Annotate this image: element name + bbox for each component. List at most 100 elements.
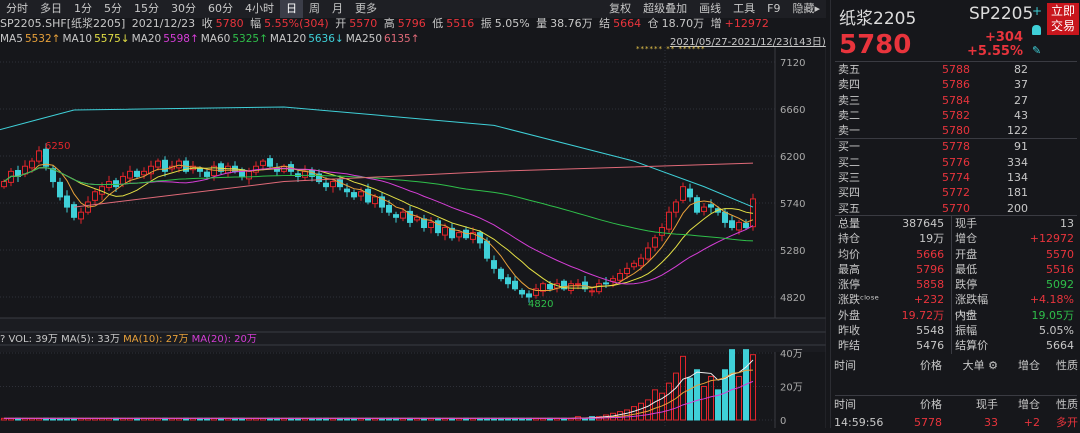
inc-value: +12972 <box>724 17 769 30</box>
order-label: 买一 <box>838 140 860 154</box>
change: +304 <box>984 30 1023 45</box>
candle-body <box>736 221 742 231</box>
kline-chart[interactable]: 712066606200574052804820›6250482040万20万0 <box>0 47 826 428</box>
order-price: 5778 <box>942 140 970 154</box>
order-qty: 122 <box>1007 124 1028 138</box>
ma-label: MA250 <box>345 33 383 45</box>
stat-row: 涨停 5858 跌停 5092 <box>835 277 1077 293</box>
volume-bar <box>701 386 707 421</box>
candle-body <box>134 170 140 177</box>
col-3: +2 <box>1023 416 1040 429</box>
candle-body <box>631 262 637 268</box>
ma-label: MA5 <box>0 33 23 45</box>
oi-value: 18.70万 <box>661 17 705 30</box>
stat-cell: 5476 <box>916 339 945 353</box>
close-label: 收 <box>201 17 213 30</box>
ma-value: 5636↓ <box>308 33 344 45</box>
stat-row: 外盘 19.72万 内盘 19.05万 <box>835 307 1077 324</box>
ma-label: MA120 <box>269 33 307 45</box>
candle-body <box>393 214 399 218</box>
stat-row: 均价 5666 开盘 5570 <box>835 246 1077 262</box>
ma-label: MA10 <box>62 33 93 45</box>
order-row: 卖五 5788 82 <box>835 62 1077 77</box>
volume-header: ? VOL: 39万 MA(5): 33万 MA(10): 27万 MA(20)… <box>0 330 257 345</box>
range-label: 幅 <box>250 17 262 30</box>
order-label: 买五 <box>838 201 860 215</box>
stat-cell: 5516 <box>1046 262 1074 276</box>
candle-body <box>141 170 147 176</box>
order-row: 卖三 5784 27 <box>835 93 1077 108</box>
candle-body <box>568 283 574 291</box>
low-value: 5516 <box>446 17 475 30</box>
high-label: 高 <box>383 17 395 30</box>
candle-body <box>323 182 329 188</box>
ma-label: MA60 <box>200 33 231 45</box>
ma-value: 5532↑ <box>24 33 61 45</box>
order-label: 卖五 <box>838 63 860 76</box>
vol-tick-label: 40万 <box>780 349 803 360</box>
candle-body <box>225 165 231 174</box>
add-icon[interactable]: + <box>1032 5 1042 17</box>
order-qty: 91 <box>1014 140 1028 154</box>
low-label: 低 <box>432 17 444 30</box>
candle-body <box>372 196 378 205</box>
tool-5[interactable]: 隐藏▸ <box>786 0 826 18</box>
change-pct: +5.55% <box>967 44 1023 59</box>
stat-cell: 开盘 <box>951 246 1010 262</box>
candle-body <box>512 280 518 290</box>
col-4: 多开 <box>1056 416 1078 429</box>
open-value: 5570 <box>349 17 378 30</box>
stat-cell: 最高 <box>838 262 860 276</box>
candle-body <box>498 268 504 280</box>
col-3: 增仓 <box>1018 398 1040 411</box>
order-price: 5770 <box>942 201 970 215</box>
candle-body <box>722 211 728 223</box>
candle-body <box>344 188 350 193</box>
ma-label: MA20 <box>131 33 162 45</box>
candle-body <box>659 227 665 236</box>
candle-body <box>617 273 623 281</box>
stat-cell: 5796 <box>916 262 945 276</box>
order-label: 卖三 <box>838 93 860 107</box>
stat-cell: +232 <box>913 293 945 307</box>
volume-bar <box>729 349 735 421</box>
high-value: 5796 <box>397 17 426 30</box>
vol-ma10: MA(10): 27万 <box>123 334 189 345</box>
order-price: 5772 <box>942 186 970 200</box>
y-tick-label: 7120 <box>780 58 805 69</box>
stat-cell: 5570 <box>1046 247 1074 261</box>
vol-label: 量 <box>536 17 548 30</box>
settle-value: 5664 <box>613 17 642 30</box>
y-tick-label: 5740 <box>780 199 805 210</box>
ma-value: 5575↓ <box>94 33 130 45</box>
stat-cell: 结算价 <box>951 338 1010 354</box>
order-label: 卖一 <box>838 124 860 138</box>
vol-ma10-line <box>4 369 754 419</box>
order-qty: 200 <box>1007 201 1028 215</box>
stat-cell: 5664 <box>1046 339 1074 353</box>
stat-cell: 跌停 <box>951 277 1010 293</box>
candle-body <box>519 289 525 295</box>
candle-body <box>575 283 581 286</box>
col-2: 现手 <box>976 398 998 411</box>
edit-icon[interactable]: ✎ <box>1032 44 1041 57</box>
stat-cell: 5858 <box>916 278 945 292</box>
header-row: 时间 价格 大单 ⚙ 增仓 性质 <box>831 358 1080 376</box>
volume-bar <box>750 354 756 421</box>
price-annotation: 4820 <box>528 299 553 310</box>
candle-body <box>442 227 448 236</box>
candle-body <box>491 260 497 269</box>
stat-cell: 涨停 <box>838 278 860 292</box>
trade-now-button[interactable]: 立即交易 <box>1047 3 1079 35</box>
volume-bar <box>708 375 714 421</box>
candle-body <box>708 204 714 208</box>
gear-icon[interactable]: ⚙ <box>985 359 998 372</box>
candle-body <box>484 240 490 259</box>
stat-cell: 5092 <box>1046 278 1074 292</box>
bell-icon[interactable] <box>1032 25 1041 35</box>
date: 2021/12/23 <box>131 17 196 30</box>
candle-body <box>645 247 651 260</box>
candle-body <box>358 191 364 197</box>
order-price: 5784 <box>942 93 970 107</box>
help-icon[interactable]: ? <box>0 334 5 345</box>
